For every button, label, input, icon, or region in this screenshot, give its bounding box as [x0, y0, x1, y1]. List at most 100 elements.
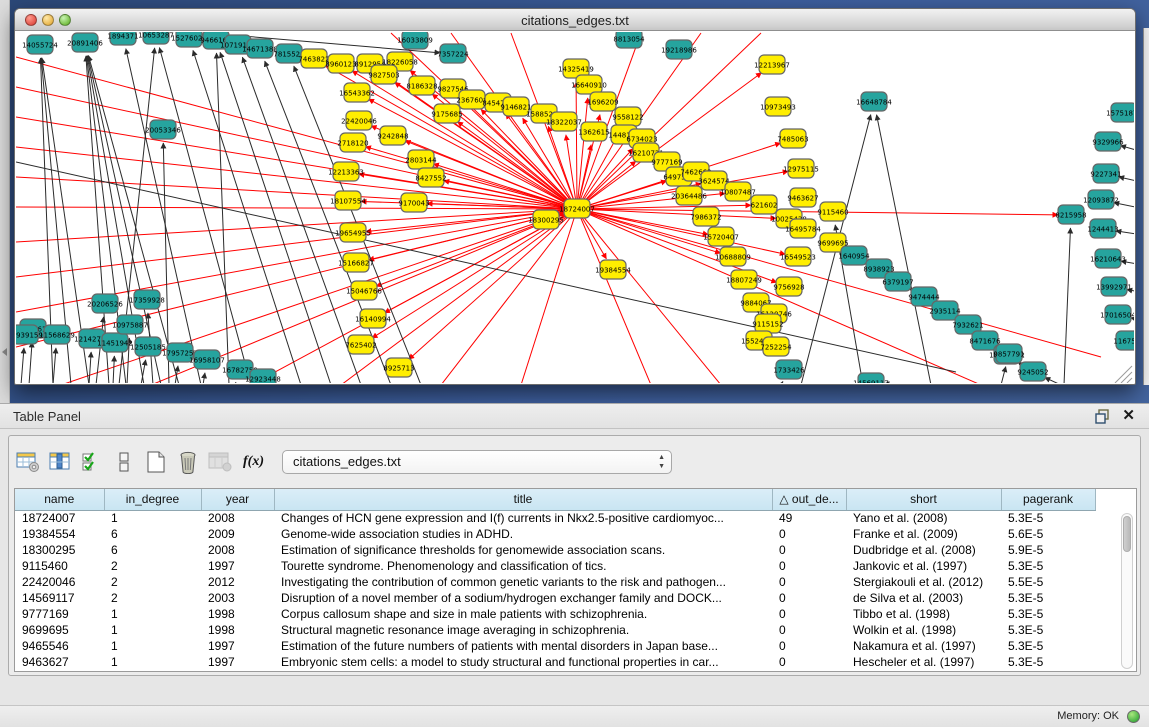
table-cell[interactable]: Embryonic stem cells: a model to study s… — [274, 654, 772, 670]
column-header-in_degree[interactable]: in_degree — [104, 489, 201, 510]
table-cell[interactable]: 49 — [772, 510, 846, 526]
network-node[interactable]: 1167533 — [1113, 331, 1134, 350]
select-all-icon[interactable] — [79, 449, 105, 475]
table-cell[interactable]: 14569117 — [15, 590, 104, 606]
network-node[interactable]: 8186328 — [406, 76, 437, 95]
table-cell[interactable]: Investigating the contribution of common… — [274, 574, 772, 590]
network-node[interactable]: 16140994 — [355, 309, 391, 328]
table-row[interactable]: 1938455462009Genome-wide association stu… — [15, 526, 1095, 542]
network-edge[interactable] — [577, 209, 1101, 357]
table-cell[interactable]: 0 — [772, 526, 846, 542]
column-header-name[interactable]: name — [15, 489, 104, 510]
table-cell[interactable]: 19384554 — [15, 526, 104, 542]
network-node[interactable]: 20053346 — [145, 120, 181, 139]
table-row[interactable]: 1830029562008Estimation of significance … — [15, 542, 1095, 558]
network-edge[interactable] — [113, 356, 114, 383]
network-node[interactable]: 18300295 — [528, 210, 564, 229]
network-node[interactable]: 12213967 — [754, 55, 790, 74]
table-cell[interactable]: 5.3E-5 — [1001, 606, 1095, 622]
network-node[interactable]: 10973493 — [760, 97, 796, 116]
table-cell[interactable]: 1 — [104, 606, 201, 622]
table-row[interactable]: 1456911722003Disruption of a novel membe… — [15, 590, 1095, 606]
table-cell[interactable]: 0 — [772, 590, 846, 606]
network-node[interactable]: 9245052 — [1017, 362, 1048, 381]
network-node[interactable]: 9756928 — [773, 277, 804, 296]
table-cell[interactable]: 0 — [772, 606, 846, 622]
network-edge[interactable] — [577, 209, 708, 235]
network-node[interactable]: 15720407 — [703, 227, 739, 246]
network-node[interactable]: 16543362 — [339, 83, 375, 102]
table-cell[interactable]: Hescheler et al. (1997) — [846, 654, 1001, 670]
table-cell[interactable]: 0 — [772, 654, 846, 670]
network-node[interactable]: 19654955 — [335, 223, 371, 242]
network-canvas[interactable]: 1405572420891406189437110653287152760219… — [16, 32, 1134, 383]
network-edge[interactable] — [1064, 228, 1070, 383]
network-node[interactable]: 20891406 — [67, 33, 103, 52]
network-edge[interactable] — [251, 209, 577, 383]
network-node[interactable]: 22420046 — [341, 111, 377, 130]
network-edge[interactable] — [576, 82, 577, 209]
network-node[interactable]: 8215958 — [1055, 205, 1086, 224]
table-cell[interactable]: Dudbridge et al. (2008) — [846, 542, 1001, 558]
network-node[interactable]: 15166827 — [338, 253, 374, 272]
table-cell[interactable]: 5.6E-5 — [1001, 526, 1095, 542]
new-table-icon[interactable] — [143, 449, 169, 475]
table-selector-combobox[interactable]: citations_edges.txt ▲▼ — [282, 450, 672, 474]
network-node[interactable]: 9227341 — [1090, 164, 1121, 183]
network-node[interactable]: 12213363 — [328, 162, 364, 181]
table-row[interactable]: 969969511998Structural magnetic resonanc… — [15, 622, 1095, 638]
network-node[interactable]: 20206526 — [87, 294, 123, 313]
table-cell[interactable]: 9699695 — [15, 622, 104, 638]
network-node[interactable]: 16648784 — [856, 92, 892, 111]
table-cell[interactable]: Nakamura et al. (1997) — [846, 638, 1001, 654]
node-table[interactable]: namein_degreeyeartitle△ out_de...shortpa… — [14, 488, 1137, 672]
network-node[interactable]: 17016504 — [1100, 305, 1134, 324]
delete-table-icon[interactable] — [175, 449, 201, 475]
network-node[interactable]: 8813054 — [613, 32, 645, 48]
network-edge[interactable] — [53, 348, 56, 383]
network-node[interactable]: 18322037 — [546, 112, 582, 131]
float-panel-icon[interactable] — [1095, 409, 1110, 424]
table-cell[interactable]: 1 — [104, 510, 201, 526]
combobox-stepper-icon[interactable]: ▲▼ — [658, 453, 665, 471]
network-node[interactable]: 1362615 — [578, 122, 609, 141]
network-node[interactable]: 9857791 — [993, 344, 1024, 363]
network-node[interactable]: 11568629 — [39, 325, 75, 344]
network-node[interactable]: 9463627 — [787, 188, 818, 207]
table-cell[interactable]: 1 — [104, 622, 201, 638]
table-cell[interactable]: 9777169 — [15, 606, 104, 622]
network-node[interactable]: 11451942 — [97, 333, 133, 352]
left-panel-splitter[interactable] — [0, 0, 10, 403]
network-edge[interactable] — [16, 209, 577, 277]
table-cell[interactable]: 5.3E-5 — [1001, 654, 1095, 670]
network-edge[interactable] — [1001, 367, 1006, 383]
table-row[interactable]: 946362711997Embryonic stem cells: a mode… — [15, 654, 1095, 670]
network-node[interactable]: 9242848 — [377, 126, 408, 145]
network-edge[interactable] — [159, 48, 251, 383]
network-node[interactable]: 16495784 — [785, 219, 821, 238]
network-node[interactable]: 9558122 — [612, 107, 643, 126]
table-cell[interactable]: 5.3E-5 — [1001, 558, 1095, 574]
network-node[interactable]: 9115152 — [752, 314, 783, 333]
network-node[interactable]: 1244413 — [1087, 219, 1118, 238]
network-node[interactable]: 7986372 — [690, 207, 721, 226]
function-builder-icon[interactable]: f(x) — [243, 454, 264, 470]
table-cell[interactable]: Disruption of a novel member of a sodium… — [274, 590, 772, 606]
network-node[interactable]: 15751874 — [1106, 103, 1134, 122]
network-node[interactable]: 14055724 — [22, 35, 58, 54]
column-header-title[interactable]: title — [274, 489, 772, 510]
network-edge[interactable] — [242, 57, 361, 383]
table-cell[interactable]: Yano et al. (2008) — [846, 510, 1001, 526]
table-cell[interactable]: Stergiakouli et al. (2012) — [846, 574, 1001, 590]
network-node[interactable]: 18107554 — [330, 191, 366, 210]
network-node[interactable]: 9329966 — [1092, 132, 1124, 151]
table-cell[interactable]: Tibbo et al. (1998) — [846, 606, 1001, 622]
table-cell[interactable]: 2 — [104, 558, 201, 574]
memory-status-icon[interactable] — [1127, 710, 1140, 723]
network-node[interactable]: 9827503 — [368, 65, 399, 84]
add-column-icon[interactable] — [47, 449, 73, 475]
close-panel-icon[interactable]: ✕ — [1122, 408, 1135, 424]
network-node[interactable]: 16210643 — [1090, 249, 1126, 268]
network-edge[interactable] — [16, 209, 577, 347]
network-node[interactable]: 7625402 — [345, 335, 376, 354]
